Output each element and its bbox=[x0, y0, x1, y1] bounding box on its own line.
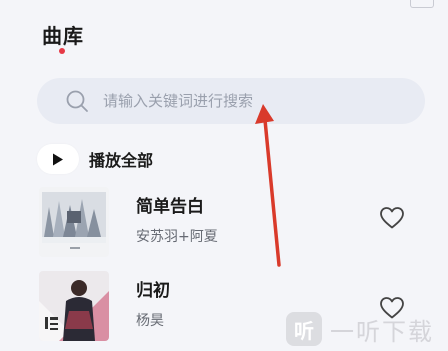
play-all-label: 播放全部 bbox=[89, 151, 154, 170]
page-title: 曲库 bbox=[42, 24, 84, 48]
song-artist: 安苏羽+阿夏 bbox=[136, 229, 218, 245]
play-all-icon-button[interactable] bbox=[37, 144, 79, 174]
search-bar[interactable] bbox=[37, 78, 425, 124]
heart-outline-icon[interactable] bbox=[379, 206, 405, 230]
song-item[interactable]: 简单告白 安苏羽+阿夏 bbox=[39, 187, 411, 257]
status-bar-indicator bbox=[410, 0, 434, 8]
song-title: 归初 bbox=[136, 281, 170, 301]
search-input[interactable] bbox=[103, 78, 403, 124]
search-icon bbox=[66, 90, 88, 112]
title-indicator-dot bbox=[59, 48, 65, 54]
album-cover bbox=[39, 271, 109, 341]
watermark: 听 一听下载 bbox=[286, 307, 448, 351]
song-artist: 杨昊 bbox=[136, 313, 164, 329]
play-all-button[interactable]: 播放全部 bbox=[37, 144, 153, 174]
album-cover bbox=[39, 187, 109, 257]
song-title: 简单告白 bbox=[136, 197, 204, 217]
watermark-text: 一听下载 bbox=[330, 317, 434, 346]
play-icon bbox=[53, 153, 63, 165]
watermark-logo: 听 bbox=[286, 312, 322, 346]
